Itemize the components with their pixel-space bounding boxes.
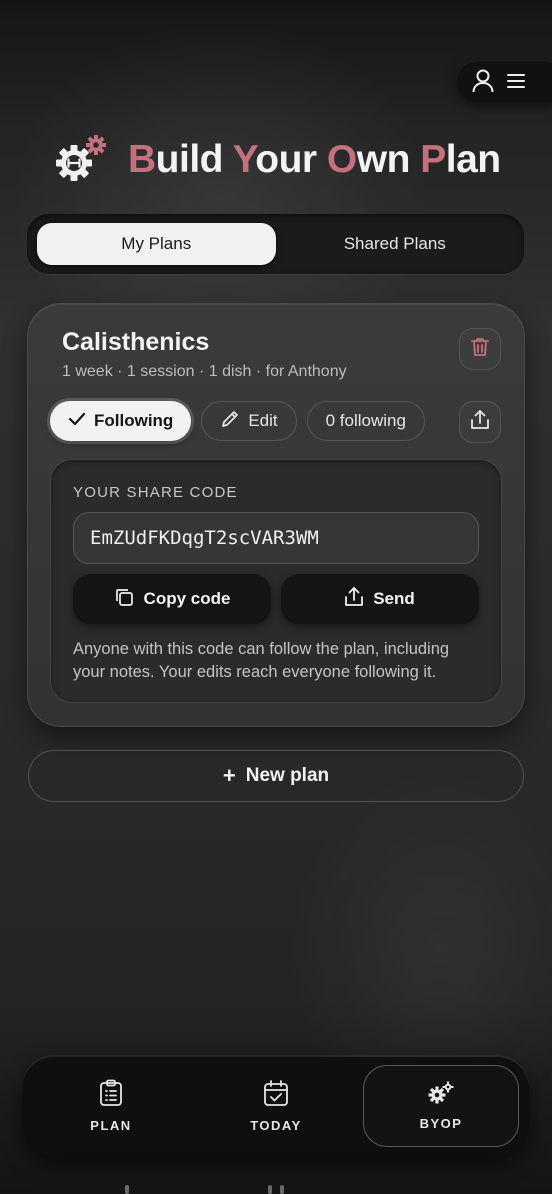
plus-icon: + [222,763,236,788]
plan-meta: 1 week · 1 session · 1 dish · for Anthon… [62,363,347,380]
share-code-label: YOUR SHARE CODE [73,484,238,501]
title-accent-letter: P [420,138,446,181]
page-title: Build Your Own Plan [128,138,501,182]
share-icon [345,586,364,612]
clipboard-icon [99,1079,123,1110]
user-icon[interactable] [472,69,494,93]
title-text: uild [155,138,233,181]
bottom-nav: PLAN TODAY BYOP [22,1057,529,1155]
calendar-check-icon [263,1079,289,1110]
share-code-field[interactable]: EmZUdFKDqgT2scVAR3WM [73,512,479,564]
nav-today-label: TODAY [250,1118,302,1133]
tab-my-plans[interactable]: My Plans [37,223,276,265]
title-text: our [255,138,327,181]
followers-label: 0 following [325,411,406,430]
edit-button[interactable]: Edit [201,401,297,441]
send-label: Send [373,589,415,608]
title-accent-letter: Y [232,138,256,181]
home-indicator-mark [280,1185,284,1194]
plan-card: Calisthenics 1 week · 1 session · 1 dish… [27,303,525,727]
nav-byop-label: BYOP [419,1116,463,1131]
gears-dumbbell-icon [52,131,110,189]
plan-actions: Following Edit 0 following [50,401,425,441]
copy-icon [114,587,134,612]
followers-count-chip[interactable]: 0 following [306,401,425,441]
delete-plan-button[interactable] [459,328,501,370]
share-note: Anyone with this code can follow the pla… [73,640,450,681]
copy-code-button[interactable]: Copy code [73,574,271,624]
share-icon [471,409,489,435]
account-menu-pill[interactable] [457,60,552,102]
nav-today[interactable]: TODAY [198,1065,354,1147]
plans-tab-switcher: My Plans Shared Plans [27,214,524,274]
share-code-panel: YOUR SHARE CODE EmZUdFKDqgT2scVAR3WM Cop… [50,459,502,703]
new-plan-button[interactable]: + New plan [28,750,524,802]
trash-icon [471,337,489,362]
gears-icon [428,1081,454,1108]
home-indicator-mark [268,1185,272,1194]
send-button[interactable]: Send [281,574,479,624]
title-accent-letter: B [128,138,156,181]
home-indicator-mark [125,1185,129,1194]
copy-code-label: Copy code [143,589,231,608]
menu-icon[interactable] [506,73,526,89]
page-header: Build Your Own Plan [52,130,501,190]
new-plan-label: New plan [245,765,330,786]
tab-shared-plans[interactable]: Shared Plans [276,223,515,265]
share-plan-button[interactable] [459,401,501,443]
nav-plan-label: PLAN [90,1118,132,1133]
plan-name: Calisthenics [62,328,210,356]
nav-byop[interactable]: BYOP [363,1065,519,1147]
title-accent-letter: O [326,138,357,181]
title-text: lan [445,138,501,181]
edit-label: Edit [248,411,278,430]
title-text: wn [356,138,421,181]
nav-plan[interactable]: PLAN [33,1065,189,1147]
check-icon [68,411,86,431]
following-label: Following [94,411,174,430]
pencil-icon [220,409,240,434]
following-toggle[interactable]: Following [50,401,192,441]
